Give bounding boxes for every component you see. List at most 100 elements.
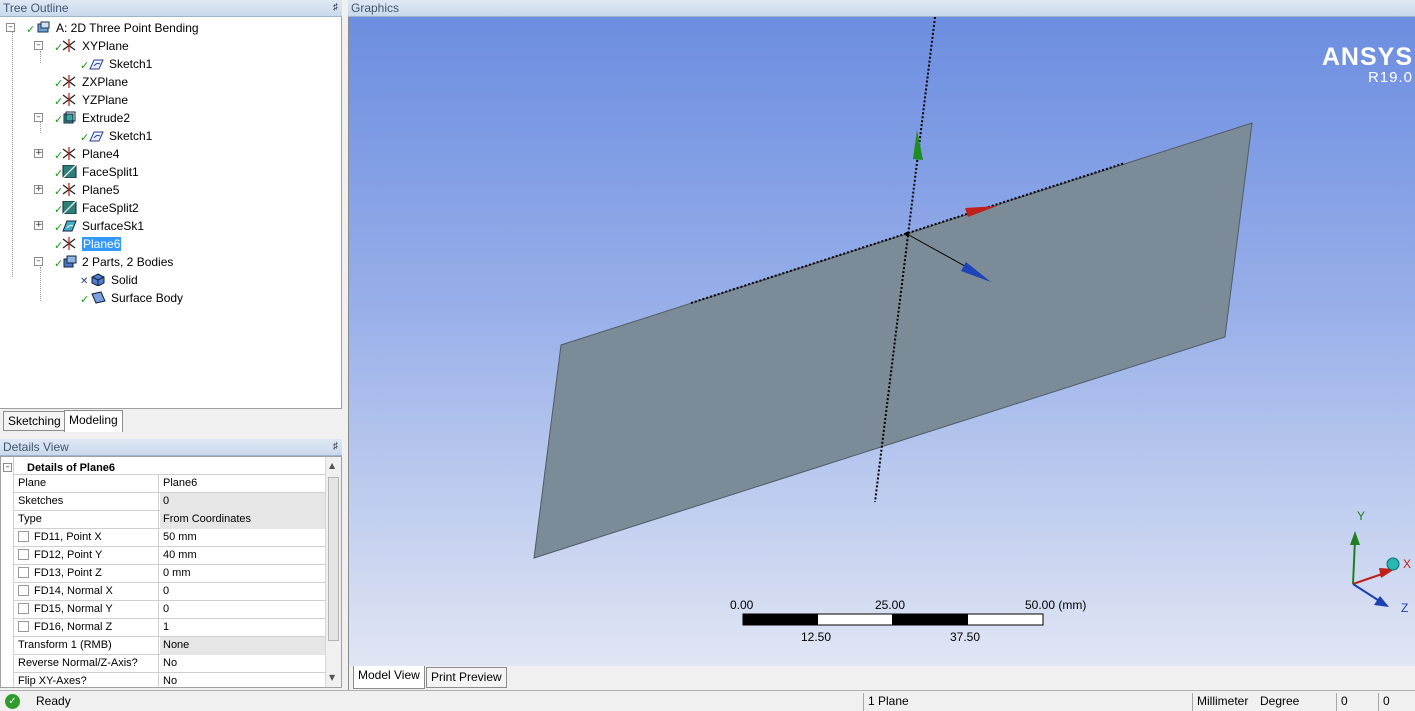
tree-node-label: XYPlane [82, 39, 129, 53]
details-row-transform[interactable]: Transform 1 (RMB) None [14, 637, 325, 655]
tab-print-preview-label: Print Preview [431, 670, 502, 684]
details-key: FD13, Point Z [14, 565, 159, 583]
details-key: FD14, Normal X [14, 583, 159, 601]
tab-sketching-label: Sketching [8, 414, 61, 428]
details-key: FD11, Point X [14, 529, 159, 547]
collapse-icon[interactable]: – [6, 23, 15, 32]
tree-node-label: SurfaceSk1 [82, 219, 145, 233]
details-row-fd16[interactable]: FD16, Normal Z 1 [14, 619, 325, 637]
status-angle-units[interactable]: Degree [1256, 693, 1336, 711]
details-value[interactable]: 0 [160, 601, 325, 619]
triad-label-z: Z [1401, 601, 1409, 615]
details-value[interactable]: 1 [160, 619, 325, 637]
parameter-checkbox[interactable] [18, 549, 29, 560]
details-view: – Details of Plane6 Plane Plane6 Sketches… [0, 456, 342, 688]
tab-model-view-label: Model View [358, 668, 420, 682]
status-ready: Ready [36, 694, 71, 708]
ready-check-icon: ✓ [5, 694, 20, 709]
tab-modeling[interactable]: Modeling [64, 410, 123, 432]
parameter-checkbox[interactable] [18, 621, 29, 632]
details-key-text: FD12, Point Y [34, 549, 103, 561]
graphics-header: Graphics [348, 0, 1415, 17]
scroll-up-icon[interactable]: ▲ [329, 461, 335, 470]
tree-outline-title: Tree Outline [3, 1, 69, 15]
details-key-text: FD14, Normal X [34, 585, 113, 597]
details-view-title: Details View [3, 440, 69, 454]
tree-node-label: Surface Body [111, 291, 184, 305]
details-value[interactable]: 0 [160, 583, 325, 601]
status-bar: ✓ Ready 1 Plane Millimeter Degree 0 0 [0, 690, 1415, 711]
collapse-icon[interactable]: – [3, 463, 12, 472]
details-key: Type [14, 511, 159, 529]
facesplit-icon [62, 201, 77, 214]
details-value[interactable]: No [160, 673, 325, 687]
details-row-fd15[interactable]: FD15, Normal Y 0 [14, 601, 325, 619]
pin-icon[interactable]: ♯ [333, 439, 338, 455]
ansys-version: R19.0 [1367, 69, 1413, 86]
tab-sketching[interactable]: Sketching [3, 411, 66, 431]
details-value[interactable]: 0 mm [160, 565, 325, 583]
expand-icon[interactable]: + [34, 149, 43, 158]
collapse-icon[interactable]: – [34, 113, 43, 122]
green-axis-arrow [913, 130, 923, 160]
status-selection: 1 Plane [863, 693, 1192, 711]
details-value[interactable]: 50 mm [160, 529, 325, 547]
details-key: Plane [14, 475, 159, 493]
details-value[interactable]: From Coordinates [160, 511, 325, 529]
details-value[interactable]: Plane6 [160, 475, 325, 493]
details-row-fd14[interactable]: FD14, Normal X 0 [14, 583, 325, 601]
expand-icon[interactable]: + [34, 185, 43, 194]
parameter-checkbox[interactable] [18, 531, 29, 542]
plane-icon [62, 237, 76, 250]
details-row-type[interactable]: Type From Coordinates [14, 511, 325, 529]
scale-label-0: 0.00 [730, 598, 754, 612]
collapse-icon[interactable]: – [34, 257, 43, 266]
details-row-sketches: Sketches 0 [14, 493, 325, 511]
parts-icon [63, 255, 77, 268]
sketch-icon [89, 59, 104, 70]
graphics-viewport[interactable]: ANSYS R19.0 0.00 25.00 50.00 (mm) 12.50 … [348, 17, 1415, 666]
check-icon: ✓ [80, 293, 90, 306]
scroll-down-icon[interactable]: ▼ [329, 673, 335, 682]
plane-origin [905, 232, 909, 236]
axis-triad[interactable] [1350, 531, 1400, 607]
parameter-checkbox[interactable] [18, 567, 29, 578]
collapse-icon[interactable]: – [34, 41, 43, 50]
mode-tabs: Sketching Modeling [0, 409, 342, 432]
details-value[interactable]: No [160, 655, 325, 673]
solid-body-icon [91, 273, 105, 286]
status-value-1: 0 [1336, 693, 1378, 711]
model-scene[interactable] [349, 17, 1415, 666]
expand-icon[interactable]: + [34, 221, 43, 230]
details-row-fd11[interactable]: FD11, Point X 50 mm [14, 529, 325, 547]
details-value[interactable]: None [160, 637, 325, 655]
extrude-icon [63, 111, 76, 124]
scroll-thumb[interactable] [328, 477, 339, 641]
parameter-checkbox[interactable] [18, 603, 29, 614]
tree-node-label: Solid [111, 273, 138, 287]
model-icon [37, 21, 50, 33]
pin-icon[interactable]: ♯ [333, 0, 338, 16]
graphics-tabs: Model View Print Preview [348, 666, 1415, 690]
details-value: 0 [160, 493, 325, 511]
parameter-checkbox[interactable] [18, 585, 29, 596]
details-value[interactable]: 40 mm [160, 547, 325, 565]
details-row-flip-xy[interactable]: Flip XY-Axes? No [14, 673, 325, 687]
tab-model-view[interactable]: Model View [353, 666, 425, 689]
details-key: Sketches [14, 493, 159, 511]
triad-label-y: Y [1357, 509, 1366, 523]
details-row-plane[interactable]: Plane Plane6 [14, 475, 325, 493]
details-row-fd13[interactable]: FD13, Point Z 0 mm [14, 565, 325, 583]
details-scrollbar[interactable]: ▲ ▼ [325, 457, 341, 687]
tab-print-preview[interactable]: Print Preview [426, 667, 507, 688]
tree-node-label: FaceSplit2 [82, 201, 139, 215]
details-view-header: Details View ♯ [0, 439, 342, 456]
details-heading-row: Details of Plane6 [14, 457, 325, 475]
details-row-fd12[interactable]: FD12, Point Y 40 mm [14, 547, 325, 565]
tree-node-label: Sketch1 [109, 57, 153, 71]
details-row-reverse-normal[interactable]: Reverse Normal/Z-Axis? No [14, 655, 325, 673]
tree-node-label: Plane4 [82, 147, 120, 161]
scale-bar [742, 613, 1044, 626]
plane-surface[interactable] [533, 122, 1253, 559]
status-length-units[interactable]: Millimeter [1192, 693, 1256, 711]
